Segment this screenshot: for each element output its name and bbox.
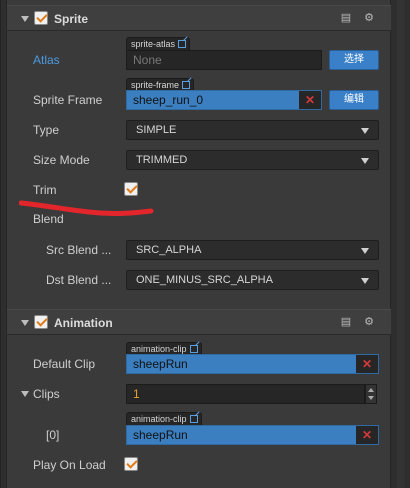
atlas-type-tag: sprite-atlas xyxy=(126,37,191,51)
play-on-load-checkbox[interactable] xyxy=(124,457,138,471)
default-clip-tag-text: animation-clip xyxy=(131,344,187,354)
collapse-triangle-icon[interactable] xyxy=(21,320,29,326)
clear-icon[interactable]: ✕ xyxy=(356,426,378,444)
collapse-triangle-icon[interactable] xyxy=(21,16,29,22)
animation-section-header[interactable]: Animation ▤ ⚙ xyxy=(7,309,391,335)
book-icon[interactable]: ▤ xyxy=(340,316,352,328)
external-link-icon[interactable] xyxy=(182,81,191,89)
clips-label: Clips xyxy=(33,387,60,401)
sprite-frame-label: Sprite Frame xyxy=(33,93,103,107)
chevron-down-icon xyxy=(361,248,369,254)
size-mode-select[interactable]: TRIMMED xyxy=(126,150,379,170)
type-select[interactable]: SIMPLE xyxy=(126,120,379,140)
blend-label: Blend xyxy=(33,212,64,226)
scrollbar[interactable] xyxy=(390,0,410,488)
type-label: Type xyxy=(33,123,60,137)
left-gutter xyxy=(1,0,7,488)
animation-section-title: Animation xyxy=(54,316,113,330)
clip-0-label: [0] xyxy=(46,428,60,442)
chevron-down-icon xyxy=(361,158,369,164)
src-blend-label: Src Blend ... xyxy=(46,243,112,257)
gear-icon[interactable]: ⚙ xyxy=(363,316,375,328)
clips-count-field[interactable]: 1 xyxy=(126,384,365,404)
clips-count-stepper[interactable] xyxy=(365,384,377,404)
sprite-section-header[interactable]: Sprite ▤ ⚙ xyxy=(7,5,391,31)
clips-expand-triangle-icon[interactable] xyxy=(21,391,29,397)
gear-icon[interactable]: ⚙ xyxy=(363,12,375,24)
book-icon[interactable]: ▤ xyxy=(340,12,352,24)
sprite-section-title: Sprite xyxy=(54,12,89,26)
dst-blend-value: ONE_MINUS_SRC_ALPHA xyxy=(136,274,273,286)
type-value: SIMPLE xyxy=(136,124,177,136)
default-clip-field[interactable]: sheepRun ✕ xyxy=(126,354,379,374)
clips-count-value: 1 xyxy=(133,387,140,401)
src-blend-value: SRC_ALPHA xyxy=(136,244,202,256)
animation-enabled-checkbox[interactable] xyxy=(34,315,48,329)
size-mode-value: TRIMMED xyxy=(136,154,188,166)
clip-0-field[interactable]: sheepRun ✕ xyxy=(126,425,379,445)
external-link-icon[interactable] xyxy=(189,415,198,423)
external-link-icon[interactable] xyxy=(189,345,198,353)
atlas-field[interactable]: None xyxy=(126,50,322,70)
trim-checkbox[interactable] xyxy=(124,182,138,196)
clear-icon[interactable]: ✕ xyxy=(356,355,378,373)
dst-blend-select[interactable]: ONE_MINUS_SRC_ALPHA xyxy=(126,270,379,290)
clip-0-tag-text: animation-clip xyxy=(131,414,187,424)
clip-0-type-tag: animation-clip xyxy=(126,412,202,426)
scrollbar-track[interactable] xyxy=(397,0,405,488)
atlas-placeholder: None xyxy=(133,53,162,67)
play-on-load-label: Play On Load xyxy=(33,458,106,472)
sprite-frame-value: sheep_run_0 xyxy=(133,93,204,107)
external-link-icon[interactable] xyxy=(178,40,187,48)
chevron-down-icon xyxy=(361,128,369,134)
sprite-frame-field[interactable]: sheep_run_0 ✕ xyxy=(126,90,322,110)
sprite-enabled-checkbox[interactable] xyxy=(34,11,48,25)
atlas-tag-text: sprite-atlas xyxy=(131,39,176,49)
default-clip-value: sheepRun xyxy=(133,357,188,371)
size-mode-label: Size Mode xyxy=(33,153,90,167)
clear-icon[interactable]: ✕ xyxy=(299,91,321,109)
atlas-select-button[interactable]: 选择 xyxy=(329,50,379,70)
chevron-down-icon xyxy=(361,278,369,284)
sprite-frame-tag-text: sprite-frame xyxy=(131,80,180,90)
default-clip-label: Default Clip xyxy=(33,357,96,371)
sprite-frame-edit-button[interactable]: 编辑 xyxy=(329,90,379,110)
stepper-up-icon[interactable] xyxy=(368,388,374,392)
trim-label: Trim xyxy=(33,183,57,197)
inspector-panel: Sprite ▤ ⚙ Atlas sprite-atlas None 选择 Sp… xyxy=(0,0,410,488)
src-blend-select[interactable]: SRC_ALPHA xyxy=(126,240,379,260)
dst-blend-label: Dst Blend ... xyxy=(46,273,112,287)
atlas-label: Atlas xyxy=(33,53,60,67)
stepper-down-icon[interactable] xyxy=(368,396,374,400)
clip-0-value: sheepRun xyxy=(133,428,188,442)
